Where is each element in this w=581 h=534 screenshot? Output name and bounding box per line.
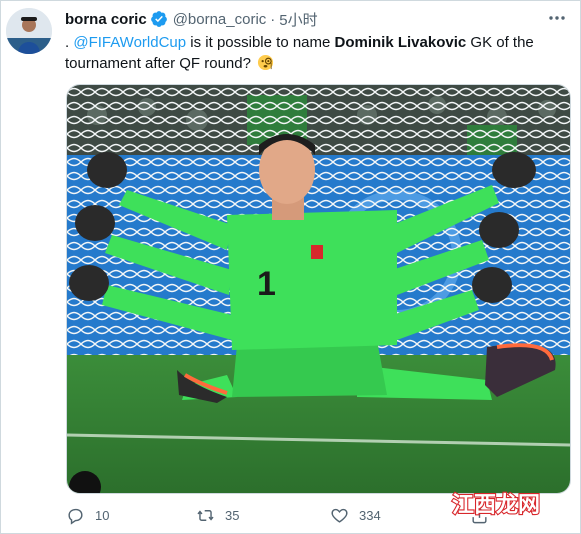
header-separator: · xyxy=(270,10,276,28)
retweet-icon xyxy=(197,509,214,521)
verified-badge-icon xyxy=(150,10,168,28)
reply-icon xyxy=(68,508,83,525)
reply-count: 10 xyxy=(95,507,110,523)
more-dots-icon[interactable] xyxy=(547,8,567,28)
like-count: 334 xyxy=(359,507,381,523)
monocle-face-emoji-icon xyxy=(257,54,274,71)
author-name[interactable]: borna coric xyxy=(65,11,147,28)
retweet-button[interactable]: 35 xyxy=(196,504,239,526)
heart-icon xyxy=(331,508,348,523)
retweet-count: 35 xyxy=(225,507,240,523)
watermark-logo: 江西龙网 xyxy=(450,488,546,519)
reply-button[interactable]: 10 xyxy=(66,504,109,526)
tweet-text: . @FIFAWorldCup is it possible to name D… xyxy=(65,32,555,74)
author-handle[interactable]: @borna_coric xyxy=(173,11,267,28)
mention-link[interactable]: @FIFAWorldCup xyxy=(73,34,186,51)
tweet-text-bold: Dominik Livakovic xyxy=(334,34,467,51)
tweet-text-part1: is it possible to name xyxy=(186,34,335,51)
watermark-text: 江西龙网 xyxy=(452,493,540,518)
like-button[interactable]: 334 xyxy=(330,504,381,526)
author-avatar[interactable] xyxy=(6,8,52,54)
tweet-media-image[interactable]: 1 xyxy=(66,84,571,494)
tweet-timestamp[interactable]: 5小时 xyxy=(279,9,317,30)
svg-text:1: 1 xyxy=(257,265,276,303)
tweet-header: borna coric @borna_coric · 5小时 xyxy=(65,8,318,30)
